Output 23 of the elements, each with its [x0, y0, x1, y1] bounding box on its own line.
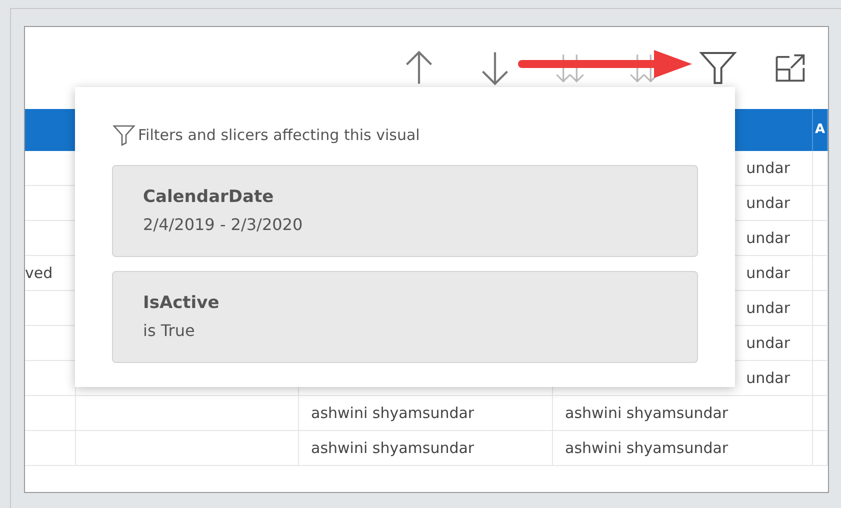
filter-name: IsActive	[143, 292, 220, 316]
table-cell	[813, 291, 828, 326]
column-header: A	[813, 109, 828, 151]
table-cell: ashwini shyamsundar	[299, 431, 553, 466]
filter-value: 2/4/2019 - 2/3/2020	[143, 214, 304, 236]
table-cell: ashwini shyamsundar	[553, 431, 813, 466]
table-cell: ashwini shyamsundar	[553, 396, 813, 431]
filter-value: is True	[143, 320, 196, 342]
table-cell	[813, 221, 828, 256]
popup-title: Filters and slicers affecting this visual	[138, 124, 420, 146]
table-cell: ashwini shyamsundar	[299, 396, 553, 431]
table-cell	[813, 431, 828, 466]
table-cell	[813, 396, 828, 431]
table-cell	[813, 151, 828, 186]
filter-icon	[112, 123, 136, 147]
table-cell	[813, 186, 828, 221]
filter-name: CalendarDate	[143, 186, 275, 210]
column-header	[25, 109, 76, 151]
table-cell	[25, 431, 76, 466]
table-cell	[25, 396, 76, 431]
table-cell	[813, 326, 828, 361]
table-cell	[813, 361, 828, 396]
table-cell	[813, 256, 828, 291]
